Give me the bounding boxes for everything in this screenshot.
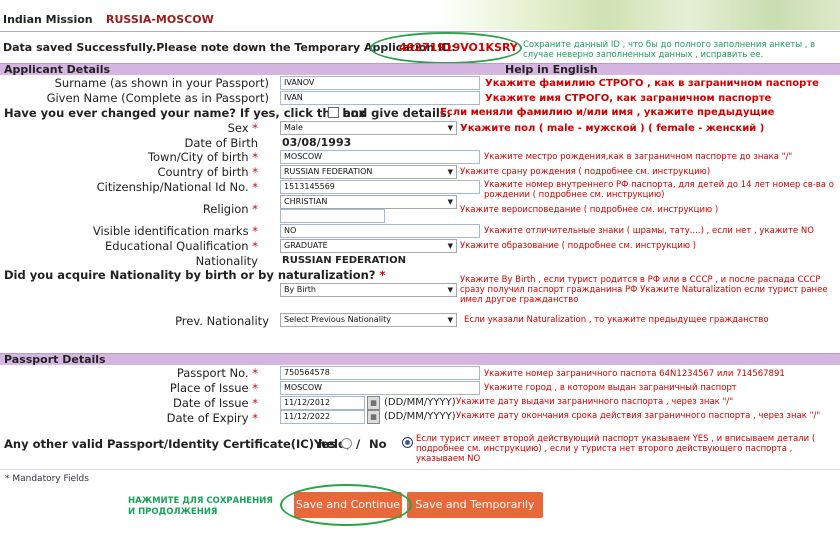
- other-passport-yes-radio[interactable]: [341, 438, 352, 449]
- changed-name-hint: Если меняли фамилию и/или имя , укажите …: [440, 107, 775, 118]
- chevron-down-icon: ▼: [447, 124, 453, 132]
- birth-country-select[interactable]: RUSSIAN FEDERATION ▼: [280, 165, 457, 179]
- issue-date-input[interactable]: 11/12/2012: [280, 396, 365, 410]
- nationality-value: RUSSIAN FEDERATION: [282, 255, 406, 266]
- nationality-label: Nationality: [195, 254, 258, 268]
- other-passport-no-radio[interactable]: [402, 437, 413, 448]
- applicant-section-title: Applicant Details: [4, 63, 111, 76]
- mission-value: RUSSIA-MOSCOW: [106, 13, 214, 26]
- chevron-down-icon: ▼: [447, 168, 453, 176]
- other-passport-slash: /: [356, 437, 361, 451]
- sex-select[interactable]: Male ▼: [280, 121, 457, 135]
- acquire-hint: Укажите By Birth , если турист родится в…: [460, 275, 828, 305]
- save-hint: НАЖМИТЕ ДЛЯ СОХРАНЕНИЯ И ПРОДОЛЖЕНИЯ: [128, 496, 273, 517]
- education-label: Educational Qualification *: [105, 239, 258, 253]
- given-name-hint: Укажите имя СТРОГО, как заграничном пасп…: [485, 93, 772, 104]
- birth-town-label: Town/City of birth *: [147, 150, 258, 164]
- chevron-down-icon: ▼: [447, 316, 453, 324]
- religion-label: Religion *: [202, 202, 258, 216]
- expiry-date-input[interactable]: 11/12/2022: [280, 410, 365, 424]
- issue-date-label: Date of Issue *: [172, 396, 258, 410]
- chevron-down-icon: ▼: [447, 242, 453, 250]
- acquire-select[interactable]: By Birth ▼: [280, 283, 457, 297]
- other-passport-no-label: No: [369, 437, 387, 451]
- religion-other-input[interactable]: [280, 209, 385, 223]
- dob-label: Date of Birth: [184, 136, 259, 150]
- help-link[interactable]: Help in English: [505, 63, 598, 76]
- birth-country-label: Country of birth *: [157, 165, 258, 179]
- dob-value: 03/08/1993: [282, 136, 352, 149]
- marks-hint: Укажите отличительные знаки ( шрамы, тат…: [484, 226, 814, 236]
- divider: [0, 469, 840, 470]
- other-passport-yes-label: Yes: [314, 437, 336, 451]
- expiry-date-format: (DD/MM/YYYY): [384, 411, 456, 422]
- sex-hint: Укажите пол ( male - мужской ) ( female …: [460, 123, 765, 134]
- religion-hint: Укажите вероисповедание ( подробнее см. …: [460, 205, 719, 215]
- mandatory-note: * Mandatory Fields: [5, 474, 89, 484]
- citizenship-id-hint: Укажите номер внутреннего РФ паспорта, д…: [484, 180, 834, 200]
- issue-date-format: (DD/MM/YYYY): [384, 397, 456, 408]
- place-of-issue-label: Place of Issue *: [169, 381, 258, 395]
- given-name-input[interactable]: IVAN: [280, 91, 480, 105]
- place-of-issue-hint: Укажите город , в котором выдан загранич…: [484, 383, 737, 393]
- other-passport-question: Any other valid Passport/Identity Certif…: [4, 437, 351, 451]
- other-passport-hint: Если турист имеет второй действующий пас…: [416, 434, 816, 464]
- marks-label: Visible identification marks *: [92, 224, 258, 238]
- prev-nationality-select[interactable]: Select Previous Nationality ▼: [280, 313, 457, 327]
- expiry-date-hint: Укажите дату окончания срока действия за…: [456, 411, 821, 421]
- calendar-icon[interactable]: ▦: [367, 396, 380, 410]
- changed-name-question: Have you ever changed your name? If yes,…: [4, 106, 366, 120]
- place-of-issue-input[interactable]: MOSCOW: [280, 381, 480, 395]
- calendar-icon[interactable]: ▦: [367, 410, 380, 424]
- notice-hint: Сохраните данный ID , что бы до полного …: [523, 40, 816, 60]
- save-exit-button[interactable]: Save and Temporarily Exit: [407, 492, 543, 537]
- birth-town-hint: Укажите местро рождения,как в загранично…: [484, 152, 793, 162]
- surname-hint: Укажите фамилию СТРОГО , как в заграничн…: [485, 78, 819, 89]
- education-select[interactable]: GRADUATE ▼: [280, 239, 457, 253]
- citizenship-id-input[interactable]: 1513145569: [280, 180, 480, 194]
- expiry-date-label: Date of Expiry *: [166, 411, 258, 425]
- mission-label: Indian Mission: [3, 13, 93, 26]
- marks-input[interactable]: NO: [280, 224, 480, 238]
- prev-nationality-hint: Если указали Naturalization , то укажите…: [464, 315, 769, 325]
- passport-section-bar: Passport Details: [0, 353, 840, 366]
- surname-label: Surname (as shown in your Passport): [54, 76, 269, 90]
- highlight-oval: [280, 484, 412, 526]
- passport-number-label: Passport No. *: [176, 366, 258, 380]
- passport-number-input[interactable]: 750564578: [280, 366, 480, 380]
- birth-town-input[interactable]: MOSCOW: [280, 150, 480, 164]
- applicant-section-bar: Applicant Details Help in English: [0, 63, 840, 76]
- acquire-question: Did you acquire Nationality by birth or …: [4, 268, 386, 282]
- passport-number-hint: Укажите номер заграничного паспота 64N12…: [484, 369, 785, 379]
- sex-label: Sex *: [227, 121, 258, 135]
- chevron-down-icon: ▼: [447, 286, 453, 294]
- education-hint: Укажите образование ( подробнее см. инст…: [460, 241, 697, 251]
- prev-nationality-label: Prev. Nationality: [175, 314, 269, 328]
- citizenship-id-label: Citizenship/National Id No. *: [96, 180, 258, 194]
- issue-date-hint: Укажите дату выдачи заграничного паспорт…: [456, 397, 734, 407]
- divider: [0, 31, 840, 32]
- given-name-label: Given Name (Complete as in Passport): [46, 91, 269, 105]
- changed-name-checkbox[interactable]: [328, 107, 339, 118]
- religion-select[interactable]: CHRISTIAN ▼: [280, 195, 457, 209]
- highlight-oval: [370, 32, 522, 64]
- changed-name-suffix: and give details.: [343, 106, 452, 120]
- passport-section-title: Passport Details: [4, 353, 106, 366]
- birth-country-hint: Укажите срану рождения ( подробнее см. и…: [460, 167, 711, 177]
- surname-input[interactable]: IVANOV: [280, 76, 480, 90]
- chevron-down-icon: ▼: [447, 198, 453, 206]
